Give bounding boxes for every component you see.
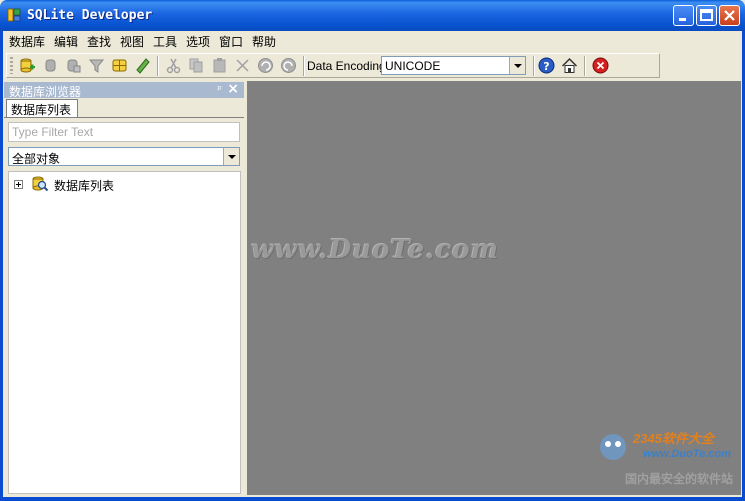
menu-options[interactable]: 选项 [186,33,210,50]
filter-input[interactable] [8,122,240,142]
close-icon [724,10,735,21]
toolbar-separator [584,56,586,76]
stop-icon[interactable] [592,57,609,74]
workspace-area: www.DuoTe.com 2345软件大全 www.DuoTe.com 国内最… [247,81,741,495]
window-title: SQLite Developer [27,8,153,23]
download-site-logo-icon: 2345软件大全 [600,431,716,460]
window-frame-left [0,31,3,501]
sqlite-app-icon [7,8,21,22]
filter-icon[interactable] [88,57,105,74]
object-type-select[interactable]: 全部对象 [8,147,240,166]
expand-icon[interactable] [14,180,23,189]
new-database-icon[interactable] [19,57,36,74]
maximize-icon [700,9,713,21]
tab-database-list[interactable]: 数据库列表 [6,99,78,117]
db-objects-icon[interactable] [111,57,128,74]
tab-underline [4,117,244,118]
cut-icon[interactable] [165,57,182,74]
window-titlebar[interactable]: SQLite Developer [0,0,745,31]
menu-bar: 数据库 编辑 查找 视图 工具 选项 窗口 帮助 [3,31,742,51]
menu-find[interactable]: 查找 [87,33,111,50]
toolbar-separator [533,56,535,76]
close-icon[interactable]: × [227,81,239,97]
database-search-icon [32,176,49,192]
menu-window[interactable]: 窗口 [219,33,243,50]
svg-text:?: ? [543,60,549,73]
data-encoding-value: UNICODE [385,59,441,73]
undo-icon[interactable] [257,57,274,74]
corner-slogan: 国内最安全的软件站 [624,472,733,486]
toolbar-separator [303,56,305,76]
paste-icon[interactable] [211,57,228,74]
svg-text:2345软件大全: 2345软件大全 [632,431,716,446]
object-type-value: 全部对象 [12,152,61,166]
database-tree[interactable]: 数据库列表 [8,171,241,494]
menu-view[interactable]: 视图 [120,33,144,50]
data-encoding-label: Data Encoding: [307,59,390,73]
tree-item-database-list[interactable]: 数据库列表 [54,177,114,194]
open-icon[interactable] [42,57,59,74]
menu-edit[interactable]: 编辑 [54,33,78,50]
main-toolbar: Data Encoding: UNICODE ? [6,53,660,78]
tab-label: 数据库列表 [11,103,72,117]
chevron-down-icon[interactable] [509,57,525,74]
copy-icon[interactable] [188,57,205,74]
panel-title: 数据库浏览器 [9,85,82,99]
ruler-icon[interactable] [134,57,151,74]
home-icon[interactable] [561,57,578,74]
pin-icon[interactable]: ᵖ [217,83,222,96]
redo-icon[interactable] [280,57,297,74]
toolbar-separator [157,56,159,76]
menu-tools[interactable]: 工具 [153,33,177,50]
watermark-text: www.DuoTe.com [251,235,500,265]
delete-icon[interactable] [234,57,251,74]
data-encoding-select[interactable]: UNICODE [381,56,526,75]
database-browser-header[interactable]: 数据库浏览器 ᵖ × [4,81,244,99]
close-button[interactable] [719,5,740,26]
minimize-icon [679,18,686,21]
maximize-button[interactable] [696,5,717,26]
minimize-button[interactable] [673,5,694,26]
corner-url: www.DuoTe.com [643,448,731,460]
copy-db-icon[interactable] [65,57,82,74]
menu-database[interactable]: 数据库 [9,33,45,50]
help-icon[interactable]: ? [538,57,555,74]
menu-help[interactable]: 帮助 [252,33,276,50]
chevron-down-icon[interactable] [223,148,239,165]
window-frame-bottom [0,497,745,501]
toolbar-grip[interactable] [10,57,13,74]
